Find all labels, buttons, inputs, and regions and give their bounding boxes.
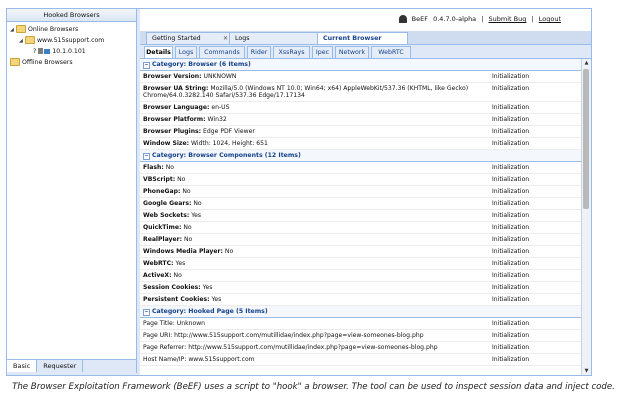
table-row: ActiveX: No Initialization <box>140 270 581 282</box>
tree-node-domain[interactable]: ◢ www.515support.com <box>7 35 136 46</box>
category-hooked-page[interactable]: − Category: Hooked Page (5 Items) <box>140 306 581 318</box>
browser-tree: ◢ Online Browsers ◢ www.515support.com ? 1… <box>7 22 136 68</box>
unknown-browser-icon: ? <box>33 48 37 55</box>
tab-details[interactable]: Details <box>144 46 173 58</box>
tab-commands[interactable]: Commands <box>199 46 245 58</box>
top-bar: BeEF 0.4.7.0-alpha | Submit Bug | Logout <box>140 9 591 31</box>
tab-webrtc[interactable]: WebRTC <box>371 46 411 58</box>
tab-ipec[interactable]: Ipec <box>312 46 333 58</box>
submit-bug-link[interactable]: Submit Bug <box>489 15 527 23</box>
collapse-icon[interactable]: − <box>143 62 150 69</box>
collapse-icon[interactable]: − <box>143 309 150 316</box>
table-row: Windows Media Player: No Initialization <box>140 246 581 258</box>
table-row: PhoneGap: No Initialization <box>140 186 581 198</box>
vertical-scrollbar[interactable]: ▲ ▼ <box>581 59 591 375</box>
tab-logs-main[interactable]: Logs <box>229 32 319 44</box>
separator: | <box>531 15 534 23</box>
version: 0.4.7.0-alpha <box>433 15 477 23</box>
table-row: Flash: No Initialization <box>140 162 581 174</box>
table-row: RealPlayer: No Initialization <box>140 234 581 246</box>
tab-network[interactable]: Network <box>335 46 369 58</box>
logout-link[interactable]: Logout <box>539 15 561 23</box>
table-row: Browser Version: UNKNOWN Initialization <box>140 71 581 83</box>
beef-window: Hooked Browsers ◢ Online Browsers ◢ www.51… <box>6 8 592 376</box>
tab-logs[interactable]: Logs <box>175 46 197 58</box>
table-row: Page URI: http://www.515support.com/muti… <box>140 330 581 342</box>
tab-rider[interactable]: Rider <box>247 46 271 58</box>
table-row: Session Cookies: Yes Initialization <box>140 282 581 294</box>
scroll-down-arrow-icon[interactable]: ▼ <box>582 367 591 375</box>
tree-node-host[interactable]: ? 10.1.0.101 <box>7 46 136 57</box>
tab-current-browser[interactable]: Current Browser <box>317 32 408 44</box>
browser-subtabs: Details Logs Commands Rider XssRays Ipec… <box>140 45 591 59</box>
table-row: Host Name/IP: www.515support.com Initiali… <box>140 354 581 366</box>
windows-icon <box>44 48 51 54</box>
separator: | <box>481 15 484 23</box>
tree-node-offline[interactable]: Offline Browsers <box>7 57 136 68</box>
category-browser-components[interactable]: − Category: Browser Components (12 Items) <box>140 150 581 162</box>
main-tabbar: Getting Started ✕ Logs Current Browser <box>140 31 591 45</box>
main-panel: Getting Started ✕ Logs Current Browser De… <box>140 31 591 375</box>
scroll-up-arrow-icon[interactable]: ▲ <box>582 59 591 67</box>
table-row: Persistent Cookies: Yes Initialization <box>140 294 581 306</box>
table-row: Browser Plugins: Edge PDF Viewer Initiali… <box>140 126 581 138</box>
tab-getting-started[interactable]: Getting Started ✕ <box>146 32 233 44</box>
table-row: Browser Language: en-US Initialization <box>140 102 581 114</box>
left-bottom-tabs: Basic Requester <box>7 359 136 373</box>
folder-icon <box>16 25 26 33</box>
close-icon[interactable]: ✕ <box>223 33 228 44</box>
hooked-browsers-panel: Hooked Browsers ◢ Online Browsers ◢ www.51… <box>7 9 137 373</box>
computer-icon <box>38 48 44 54</box>
details-grid: − Category: Browser (6 Items) Browser Ver… <box>140 59 581 375</box>
scroll-thumb[interactable] <box>583 69 589 209</box>
table-row: Web Sockets: Yes Initialization <box>140 210 581 222</box>
table-row: Google Gears: No Initialization <box>140 198 581 210</box>
tab-requester[interactable]: Requester <box>37 360 84 372</box>
table-row: Page Title: Unknown Initialization <box>140 318 581 330</box>
table-row: QuickTime: No Initialization <box>140 222 581 234</box>
tree-node-online[interactable]: ◢ Online Browsers <box>7 24 136 35</box>
table-row: WebRTC: Yes Initialization <box>140 258 581 270</box>
folder-icon <box>25 36 35 44</box>
figure-caption: The Browser Exploitation Framework (BeEF… <box>12 382 615 392</box>
folder-icon <box>10 58 20 66</box>
table-row: Window Size: Width: 1024, Height: 651 Ini… <box>140 138 581 150</box>
tab-xssrays[interactable]: XssRays <box>273 46 310 58</box>
panel-title: Hooked Browsers <box>7 9 136 22</box>
app-name: BeEF <box>411 15 428 23</box>
table-row: Browser Platform: Win32 Initialization <box>140 114 581 126</box>
table-row: Page Referrer: http://www.515support.com… <box>140 342 581 354</box>
table-row: Browser UA String: Mozilla/5.0 (Windows … <box>140 83 581 102</box>
category-browser[interactable]: − Category: Browser (6 Items) <box>140 59 581 71</box>
tab-basic[interactable]: Basic <box>7 360 38 372</box>
table-row: VBScript: No Initialization <box>140 174 581 186</box>
collapse-icon[interactable]: − <box>143 153 150 160</box>
beef-logo-icon <box>398 15 407 23</box>
